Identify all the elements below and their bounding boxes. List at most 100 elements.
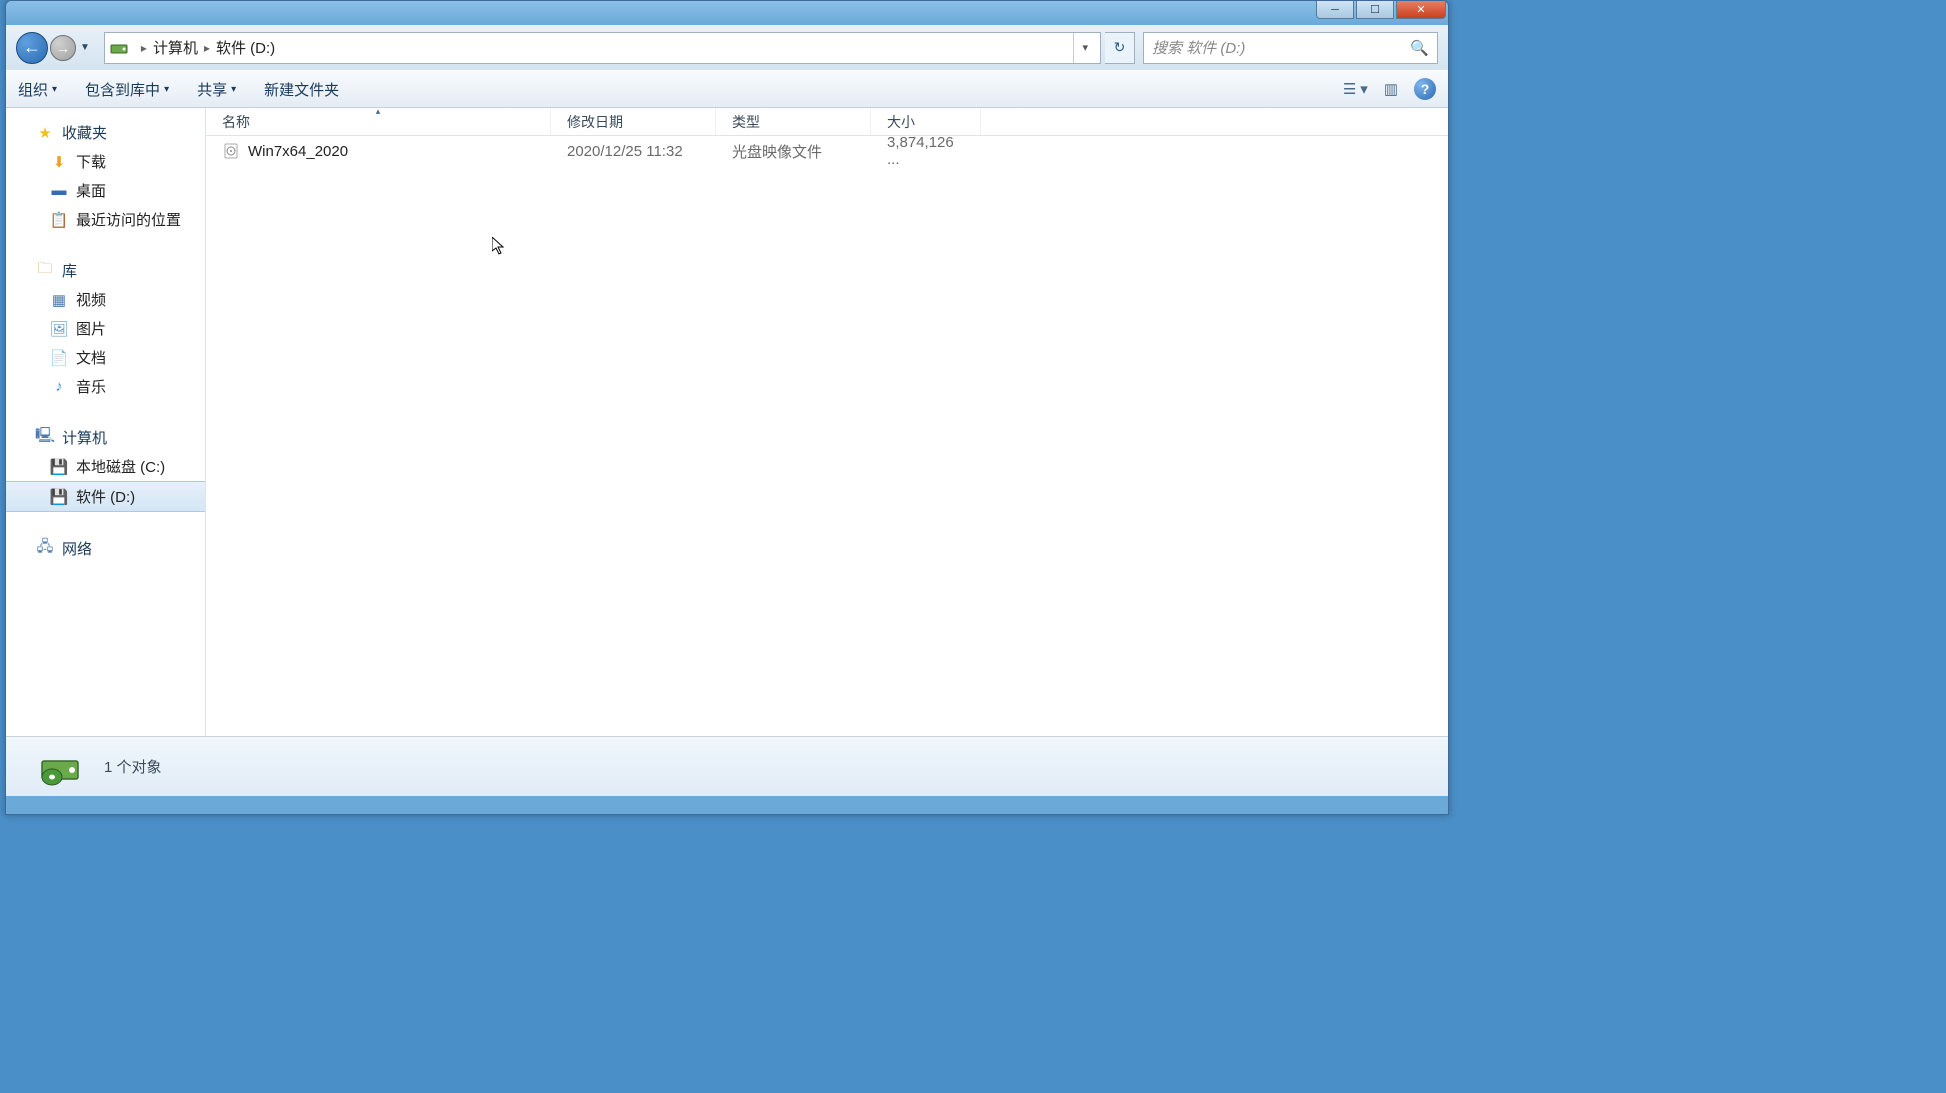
- file-type: 光盘映像文件: [732, 141, 822, 162]
- sort-asc-icon: ▴: [376, 106, 381, 117]
- desktop-label: 桌面: [76, 180, 106, 201]
- window-controls: ─ ☐ ✕: [1316, 1, 1446, 19]
- toolbar-right: ☰ ▾ ▥ ?: [1343, 78, 1436, 100]
- network-group: 🖧 网络: [6, 534, 205, 563]
- status-count: 1 个对象: [104, 756, 162, 777]
- music-icon: ♪: [50, 378, 68, 396]
- file-list-area[interactable]: 名称 ▴ 修改日期 类型 大小 Win7x64_2020: [206, 108, 1448, 736]
- file-name-cell: Win7x64_2020: [206, 142, 551, 160]
- download-icon: ⬇: [50, 153, 68, 171]
- file-type-cell: 光盘映像文件: [716, 141, 871, 162]
- status-bar: 1 个对象: [6, 736, 1448, 796]
- file-name: Win7x64_2020: [248, 143, 348, 160]
- drive-icon: [109, 38, 129, 58]
- sidebar-item-network[interactable]: 🖧 网络: [6, 534, 205, 563]
- col-type-label: 类型: [732, 112, 760, 132]
- share-menu[interactable]: 共享 ▾: [197, 79, 236, 100]
- sidebar-item-music[interactable]: ♪ 音乐: [6, 372, 205, 401]
- chevron-down-icon: ▾: [52, 84, 57, 95]
- preview-pane-button[interactable]: ▥: [1384, 80, 1398, 98]
- video-icon: ▦: [50, 291, 68, 309]
- help-button[interactable]: ?: [1414, 78, 1436, 100]
- search-input[interactable]: 搜索 软件 (D:) 🔍: [1143, 32, 1438, 64]
- sidebar-item-computer[interactable]: 🖳 计算机: [6, 423, 205, 452]
- desktop-icon: ▬: [50, 182, 68, 200]
- sidebar-item-documents[interactable]: 📄 文档: [6, 343, 205, 372]
- col-size-label: 大小: [887, 112, 915, 132]
- sidebar-item-drive-c[interactable]: 💾 本地磁盘 (C:): [6, 452, 205, 481]
- new-folder-label: 新建文件夹: [264, 79, 339, 100]
- column-name[interactable]: 名称 ▴: [206, 108, 551, 135]
- body-area: ★ 收藏夹 ⬇ 下载 ▬ 桌面 📋 最近访问的位置 🗀: [6, 108, 1448, 736]
- col-name-label: 名称: [222, 112, 250, 132]
- share-label: 共享: [197, 79, 227, 100]
- minimize-button[interactable]: ─: [1316, 1, 1354, 19]
- sidebar-item-favorites[interactable]: ★ 收藏夹: [6, 118, 205, 147]
- chevron-down-icon: ▾: [1360, 80, 1368, 98]
- file-row[interactable]: Win7x64_2020 2020/12/25 11:32 光盘映像文件 3,8…: [206, 136, 1448, 166]
- drive-icon: 💾: [50, 488, 68, 506]
- titlebar[interactable]: ─ ☐ ✕: [6, 1, 1448, 25]
- navigation-bar: ← → ▼ ▸ 计算机 ▸ 软件 (D:) ▾ ↻ 搜索 软件 (D:) 🔍: [6, 25, 1448, 70]
- address-separator[interactable]: ▸: [204, 41, 210, 55]
- documents-label: 文档: [76, 347, 106, 368]
- recent-label: 最近访问的位置: [76, 209, 181, 230]
- star-icon: ★: [36, 124, 54, 142]
- back-button[interactable]: ←: [16, 32, 48, 64]
- libraries-icon: 🗀: [36, 262, 54, 280]
- address-dropdown[interactable]: ▾: [1073, 33, 1096, 63]
- maximize-button[interactable]: ☐: [1356, 1, 1394, 19]
- file-size-cell: 3,874,126 ...: [871, 134, 981, 168]
- computer-icon: 🖳: [36, 429, 54, 447]
- column-type[interactable]: 类型: [716, 108, 871, 135]
- network-label: 网络: [62, 538, 92, 559]
- sidebar-item-pictures[interactable]: 🖼 图片: [6, 314, 205, 343]
- file-date-cell: 2020/12/25 11:32: [551, 143, 716, 160]
- new-folder-button[interactable]: 新建文件夹: [264, 79, 339, 100]
- drive-large-icon: [36, 743, 84, 791]
- organize-menu[interactable]: 组织 ▾: [18, 79, 57, 100]
- sidebar-item-drive-d[interactable]: 💾 软件 (D:): [6, 481, 205, 512]
- drive-icon: 💾: [50, 458, 68, 476]
- sidebar-item-downloads[interactable]: ⬇ 下载: [6, 147, 205, 176]
- search-placeholder: 搜索 软件 (D:): [1152, 37, 1245, 58]
- pictures-label: 图片: [76, 318, 106, 339]
- column-size[interactable]: 大小: [871, 108, 981, 135]
- sidebar-item-desktop[interactable]: ▬ 桌面: [6, 176, 205, 205]
- computer-group: 🖳 计算机 💾 本地磁盘 (C:) 💾 软件 (D:): [6, 423, 205, 512]
- preview-icon: ▥: [1384, 80, 1398, 98]
- address-bar[interactable]: ▸ 计算机 ▸ 软件 (D:) ▾: [104, 32, 1101, 64]
- column-headers: 名称 ▴ 修改日期 类型 大小: [206, 108, 1448, 136]
- nav-history-dropdown[interactable]: ▼: [78, 42, 92, 53]
- chevron-down-icon: ▾: [231, 84, 236, 95]
- sidebar-item-videos[interactable]: ▦ 视频: [6, 285, 205, 314]
- cursor-icon: [492, 237, 508, 257]
- forward-button[interactable]: →: [50, 35, 76, 61]
- address-separator[interactable]: ▸: [141, 41, 147, 55]
- toolbar: 组织 ▾ 包含到库中 ▾ 共享 ▾ 新建文件夹 ☰ ▾ ▥ ?: [6, 70, 1448, 108]
- libraries-group: 🗀 库 ▦ 视频 🖼 图片 📄 文档 ♪ 音乐: [6, 256, 205, 401]
- iso-file-icon: [222, 142, 240, 160]
- explorer-window: ─ ☐ ✕ ← → ▼ ▸ 计算机 ▸ 软件 (D:) ▾ ↻ 搜索 软件 (D…: [5, 0, 1449, 815]
- network-icon: 🖧: [36, 540, 54, 558]
- address-segment-drive[interactable]: 软件 (D:): [216, 37, 275, 58]
- address-segment-computer[interactable]: 计算机: [153, 37, 198, 58]
- sidebar-item-recent[interactable]: 📋 最近访问的位置: [6, 205, 205, 234]
- file-size: 3,874,126 ...: [887, 134, 965, 168]
- refresh-button[interactable]: ↻: [1105, 32, 1135, 64]
- libraries-label: 库: [62, 260, 77, 281]
- recent-icon: 📋: [50, 211, 68, 229]
- chevron-down-icon: ▾: [164, 84, 169, 95]
- computer-label: 计算机: [62, 427, 107, 448]
- include-in-library-menu[interactable]: 包含到库中 ▾: [85, 79, 169, 100]
- favorites-label: 收藏夹: [62, 122, 107, 143]
- search-icon[interactable]: 🔍: [1410, 39, 1429, 57]
- view-mode-button[interactable]: ☰ ▾: [1343, 80, 1368, 98]
- navigation-pane: ★ 收藏夹 ⬇ 下载 ▬ 桌面 📋 最近访问的位置 🗀: [6, 108, 206, 736]
- close-button[interactable]: ✕: [1396, 1, 1446, 19]
- downloads-label: 下载: [76, 151, 106, 172]
- documents-icon: 📄: [50, 349, 68, 367]
- nav-buttons: ← → ▼: [16, 32, 92, 64]
- sidebar-item-libraries[interactable]: 🗀 库: [6, 256, 205, 285]
- column-date[interactable]: 修改日期: [551, 108, 716, 135]
